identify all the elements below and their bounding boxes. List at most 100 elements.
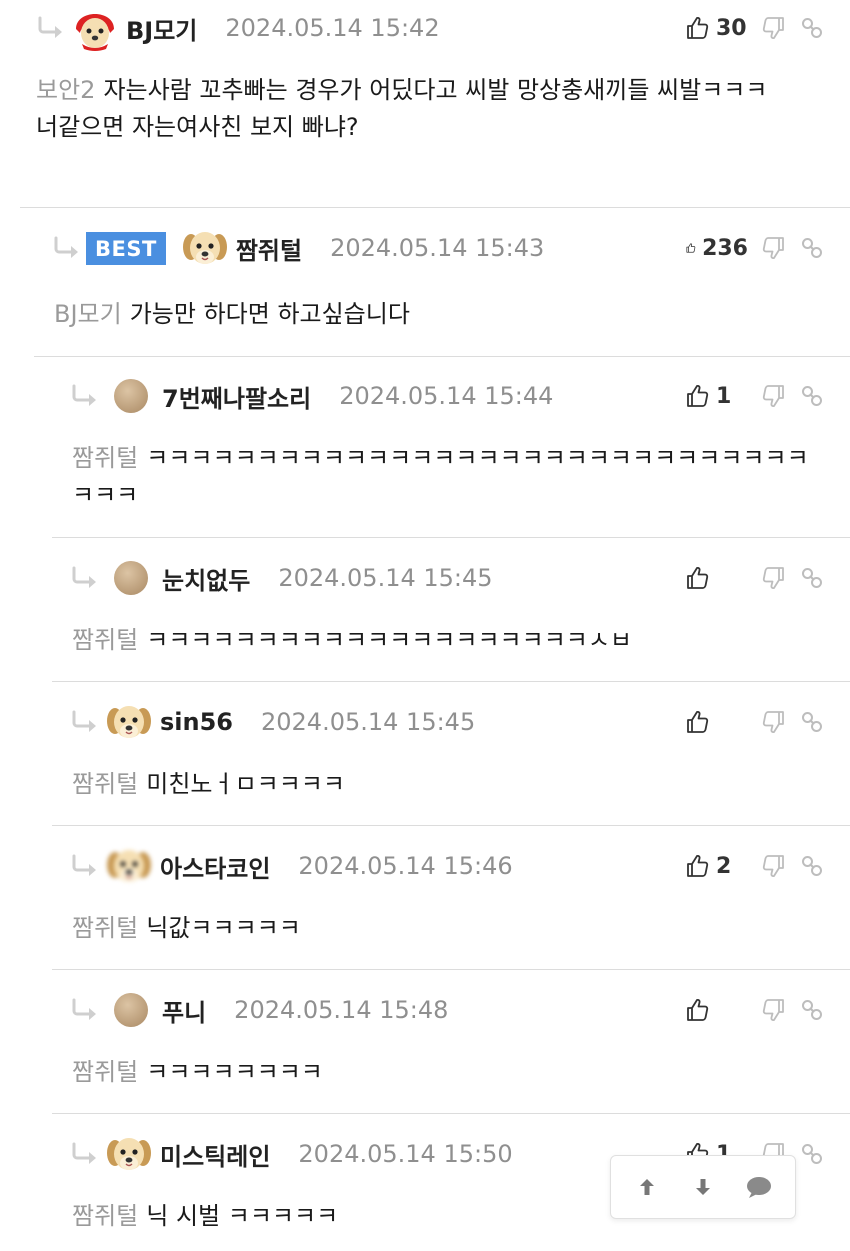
thumbs-up-icon [686, 854, 710, 878]
comment-item: BJ모기 2024.05.14 15:42 30 보안2 자는사람 꼬추빠는 경우… [0, 0, 850, 208]
link-button[interactable] [798, 566, 826, 590]
avatar[interactable] [114, 561, 148, 595]
avatar[interactable] [114, 379, 148, 413]
comment-text: 짬쥐털 ㅋㅋㅋㅋㅋㅋㅋㅋㅋㅋㅋㅋㅋㅋㅋㅋㅋㅋㅋㅋㅋㅋㅋㅋㅋㅋㅋㅋㅋㅋㅋㅋㅋ [72, 440, 820, 514]
link-button[interactable] [798, 384, 826, 408]
thumbs-down-icon [761, 998, 785, 1022]
scroll-down-button[interactable] [681, 1165, 725, 1209]
link-button[interactable] [798, 710, 826, 734]
thumbs-up-icon [686, 710, 710, 734]
reply-arrow-icon [70, 384, 100, 408]
dislike-button[interactable] [748, 236, 798, 260]
mention[interactable]: 짬쥐털 [72, 1058, 138, 1086]
mention[interactable]: BJ모기 [54, 300, 122, 328]
comment-text: 짬쥐털 ㅋㅋㅋㅋㅋㅋㅋㅋ [72, 1054, 820, 1091]
link-button[interactable] [798, 236, 826, 260]
like-button[interactable] [686, 566, 748, 590]
like-button[interactable]: 1 [686, 384, 748, 409]
timestamp: 2024.05.14 15:48 [234, 996, 449, 1024]
link-button[interactable] [798, 16, 826, 40]
like-button[interactable]: 236 [686, 236, 748, 261]
like-button[interactable]: 30 [686, 16, 748, 41]
speech-bubble-icon [745, 1175, 773, 1199]
floating-nav [610, 1155, 796, 1219]
timestamp: 2024.05.14 15:45 [261, 708, 476, 736]
timestamp: 2024.05.14 15:42 [225, 14, 440, 42]
link-icon [800, 16, 824, 40]
like-button[interactable] [686, 710, 748, 734]
link-button[interactable] [798, 1142, 826, 1166]
divider [52, 537, 850, 538]
link-icon [800, 236, 824, 260]
reply-arrow-icon [70, 566, 100, 590]
mention[interactable]: 짬쥐털 [72, 770, 138, 798]
avatar[interactable] [104, 1129, 154, 1179]
link-icon [800, 1142, 824, 1166]
thumbs-up-icon [686, 566, 710, 590]
like-count: 30 [716, 15, 747, 41]
avatar[interactable] [114, 993, 148, 1027]
avatar[interactable] [104, 841, 154, 891]
timestamp: 2024.05.14 15:46 [298, 852, 513, 880]
avatar[interactable] [70, 3, 120, 53]
comment-text: 짬쥐털 미친노ㅓㅁㅋㅋㅋㅋ [72, 766, 820, 803]
thumbs-down-icon [761, 710, 785, 734]
comment-content: 미친노ㅓㅁㅋㅋㅋㅋ [146, 770, 345, 798]
mention[interactable]: 짬쥐털 [72, 914, 138, 942]
thumbs-up-icon [686, 384, 710, 408]
like-button[interactable]: 2 [686, 854, 748, 879]
dislike-button[interactable] [748, 998, 798, 1022]
thumbs-up-icon [686, 236, 696, 260]
thumbs-down-icon [761, 384, 785, 408]
best-badge: BEST [86, 231, 166, 265]
comment-text: 보안2 자는사람 꼬추빠는 경우가 어딨다고 씨발 망상충새끼들 씨발ㅋㅋㅋ 너같… [36, 72, 830, 146]
mention[interactable]: 보안2 [36, 76, 95, 104]
author-name[interactable]: 짬쥐털 [236, 231, 302, 266]
comment-text: BJ모기 가능만 하다면 하고싶습니다 [54, 296, 830, 333]
dislike-button[interactable] [748, 710, 798, 734]
thumbs-up-icon [686, 16, 710, 40]
comment-text: 짬쥐털 닉값ㅋㅋㅋㅋㅋ [72, 910, 820, 947]
timestamp: 2024.05.14 15:50 [298, 1140, 513, 1168]
divider [52, 1113, 850, 1114]
dislike-button[interactable] [748, 384, 798, 408]
divider [20, 207, 850, 208]
comment-item: sin56 2024.05.14 15:45 짬쥐털 미친노ㅓㅁㅋㅋㅋㅋ [0, 690, 850, 826]
comment-item: 눈치없두 2024.05.14 15:45 짬쥐털 ㅋㅋㅋㅋㅋㅋㅋㅋㅋㅋㅋㅋㅋㅋㅋ… [0, 546, 850, 682]
like-button[interactable] [686, 998, 748, 1022]
avatar[interactable] [180, 223, 230, 273]
reply-arrow-icon [70, 1142, 100, 1166]
link-icon [800, 710, 824, 734]
link-button[interactable] [798, 854, 826, 878]
scroll-up-button[interactable] [625, 1165, 669, 1209]
link-button[interactable] [798, 998, 826, 1022]
link-icon [800, 384, 824, 408]
author-name[interactable]: sin56 [160, 708, 233, 736]
mention[interactable]: 짬쥐털 [72, 1202, 138, 1230]
comment-button[interactable] [737, 1165, 781, 1209]
comment-content: 닉 시벌 ㅋㅋㅋㅋㅋ [146, 1202, 339, 1230]
dislike-button[interactable] [748, 854, 798, 878]
avatar[interactable] [104, 697, 154, 747]
comment-content: ㅋㅋㅋㅋㅋㅋㅋㅋㅋㅋㅋㅋㅋㅋㅋㅋㅋㅋㅋㅋㅅㅂ [146, 626, 633, 654]
divider [52, 969, 850, 970]
dislike-button[interactable] [748, 566, 798, 590]
mention[interactable]: 짬쥐털 [72, 444, 138, 472]
author-name[interactable]: BJ모기 [126, 11, 197, 46]
mention[interactable]: 짬쥐털 [72, 626, 138, 654]
comment-item-best: BEST 짬쥐털 2024.05.14 15:43 236 BJ모기 가능만 하다… [0, 216, 850, 357]
author-name[interactable]: 아스타코인 [160, 849, 270, 884]
author-name[interactable]: 7번째나팔소리 [162, 379, 311, 414]
like-count: 1 [716, 383, 732, 409]
comment-content: 자는사람 꼬추빠는 경우가 어딨다고 씨발 망상충새끼들 씨발ㅋㅋㅋ 너같으면 … [36, 76, 768, 141]
reply-arrow-icon [70, 854, 100, 878]
author-name[interactable]: 미스틱레인 [160, 1137, 270, 1172]
thumbs-down-icon [761, 566, 785, 590]
like-count: 2 [716, 853, 732, 879]
author-name[interactable]: 눈치없두 [162, 561, 250, 596]
divider [52, 681, 850, 682]
author-name[interactable]: 푸니 [162, 993, 206, 1028]
comment-item: 아스타코인 2024.05.14 15:46 2 짬쥐털 닉값ㅋㅋㅋㅋㅋ [0, 834, 850, 970]
dislike-button[interactable] [748, 16, 798, 40]
timestamp: 2024.05.14 15:44 [339, 382, 554, 410]
